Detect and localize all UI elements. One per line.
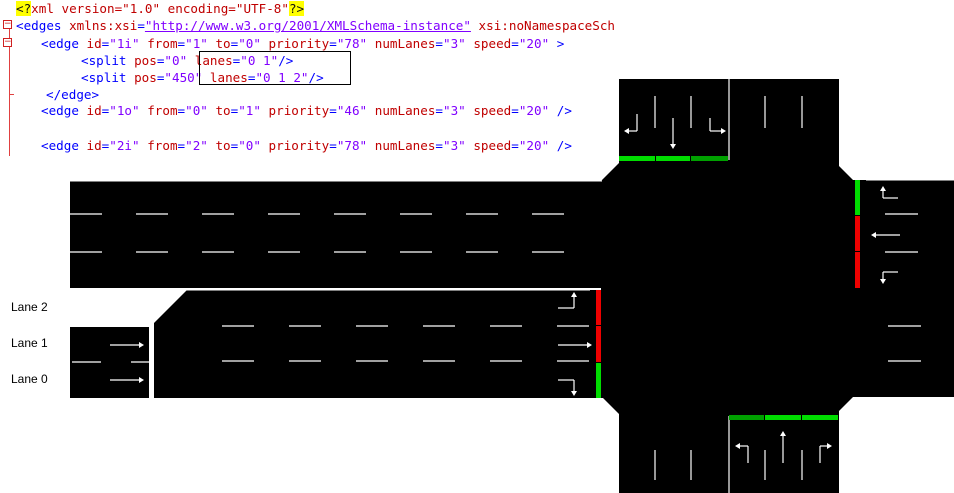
right-turn-arrow-icon	[571, 391, 577, 396]
traffic-signal-bar	[656, 156, 690, 161]
traffic-signal-bar	[596, 363, 601, 398]
left-turn-arrow-icon	[880, 279, 886, 284]
traffic-signal-bar	[729, 415, 764, 420]
road-markings-layer	[70, 79, 954, 493]
straight-arrow-icon	[780, 431, 786, 436]
lane-label-2: Lane 2	[11, 300, 48, 314]
traffic-signal-bar	[855, 216, 860, 251]
lane-label-0: Lane 0	[11, 372, 48, 386]
straight-arrow-icon	[670, 144, 676, 149]
left-turn-arrow-icon	[735, 443, 740, 449]
lane-label-1: Lane 1	[11, 336, 48, 350]
traffic-signal-bar	[619, 156, 655, 161]
straight-arrow-icon	[871, 232, 876, 238]
right-turn-arrow-icon	[880, 186, 886, 191]
right-turn-arrow-icon	[624, 128, 629, 134]
traffic-signal-bar	[855, 252, 860, 288]
straight-arrow-icon	[139, 377, 144, 383]
straight-arrow-icon	[139, 342, 144, 348]
traffic-signal-bar	[596, 326, 601, 362]
traffic-signal-bar	[596, 290, 601, 325]
straight-arrow-icon	[587, 342, 592, 348]
right-turn-arrow-icon	[827, 443, 832, 449]
traffic-signal-bar	[855, 180, 860, 215]
left-turn-arrow-icon	[571, 292, 577, 297]
traffic-signal-bar	[802, 415, 838, 420]
traffic-signal-bar	[765, 415, 801, 420]
traffic-signal-bar	[691, 156, 728, 161]
left-turn-arrow-icon	[721, 128, 726, 134]
